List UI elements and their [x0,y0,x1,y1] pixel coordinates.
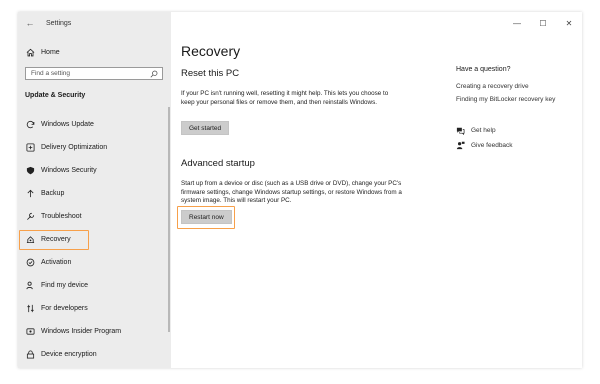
shield-icon [26,166,35,175]
sidebar-item-for-developers[interactable]: For developers [18,298,168,318]
sidebar-item-windows-update[interactable]: Windows Update [18,114,168,134]
search-input[interactable]: Find a setting [25,67,163,80]
reset-description: If your PC isn't running well, resetting… [181,90,389,106]
wrench-icon [26,212,35,221]
developer-icon [26,304,35,313]
get-help-link[interactable]: Get help [456,126,496,135]
check-circle-icon [26,258,35,267]
sidebar-item-label: Device encryption [41,350,97,358]
search-icon[interactable] [150,70,158,78]
insider-icon [26,327,35,336]
advanced-startup-heading: Advanced startup [181,158,255,169]
refresh-icon [26,120,35,129]
sidebar-item-device-encryption[interactable]: Device encryption [18,344,168,364]
window-controls: — ☐ ✕ [504,12,582,34]
give-feedback-label: Give feedback [471,142,513,149]
link-bitlocker-recovery-key[interactable]: Finding my BitLocker recovery key [456,96,555,103]
sidebar-item-backup[interactable]: Backup [18,183,168,203]
sidebar-item-label: Windows Security [41,166,97,174]
sidebar-scrollbar[interactable] [168,107,170,332]
delivery-icon [26,142,35,152]
sidebar-item-label: Troubleshoot [41,212,82,220]
chat-help-icon [456,127,465,135]
search-placeholder: Find a setting [31,70,71,77]
home-icon [26,48,35,56]
sidebar-item-delivery-optimization[interactable]: Delivery Optimization [18,137,168,157]
reset-heading: Reset this PC [181,68,240,79]
backup-arrow-icon [26,189,35,198]
sidebar-item-windows-insider-program[interactable]: Windows Insider Program [18,321,168,341]
sidebar-item-windows-security[interactable]: Windows Security [18,160,168,180]
feedback-person-icon [456,141,465,150]
home-link[interactable]: Home [26,45,60,59]
sidebar-item-troubleshoot[interactable]: Troubleshoot [18,206,168,226]
minimize-icon[interactable]: — [504,19,530,28]
close-icon[interactable]: ✕ [556,19,582,28]
advanced-startup-description: Start up from a device or disc (such as … [181,180,402,205]
section-title: Update & Security [25,92,86,99]
help-panel-title: Have a question? [456,66,511,73]
sidebar: ← Settings Home Find a setting Update & … [18,12,171,368]
main-content: — ☐ ✕ Recovery Reset this PC If your PC … [171,12,582,368]
app-title: Settings [46,19,72,27]
lock-icon [26,350,35,359]
sidebar-item-label: Backup [41,189,65,197]
get-started-button[interactable]: Get started [181,121,230,135]
maximize-icon[interactable]: ☐ [530,19,556,28]
link-creating-recovery-drive[interactable]: Creating a recovery drive [456,83,529,90]
sidebar-item-label: For developers [41,304,88,312]
restart-now-button[interactable]: Restart now [181,210,232,224]
back-arrow-icon[interactable]: ← [20,12,40,34]
sidebar-item-label: Windows Update [41,120,94,128]
get-help-label: Get help [471,127,496,134]
sidebar-item-label: Find my device [41,281,89,289]
sidebar-item-label: Activation [41,258,72,266]
settings-window: ← Settings Home Find a setting Update & … [18,12,582,368]
sidebar-item-activation[interactable]: Activation [18,252,168,272]
person-pin-icon [26,281,35,290]
sidebar-item-find-my-device[interactable]: Find my device [18,275,168,295]
sidebar-item-label: Windows Insider Program [41,327,122,335]
recovery-highlight-box [19,230,89,250]
titlebar: ← Settings [18,12,171,34]
page-title: Recovery [181,43,241,59]
home-label: Home [41,48,60,56]
give-feedback-link[interactable]: Give feedback [456,141,513,150]
sidebar-item-label: Delivery Optimization [41,143,108,151]
